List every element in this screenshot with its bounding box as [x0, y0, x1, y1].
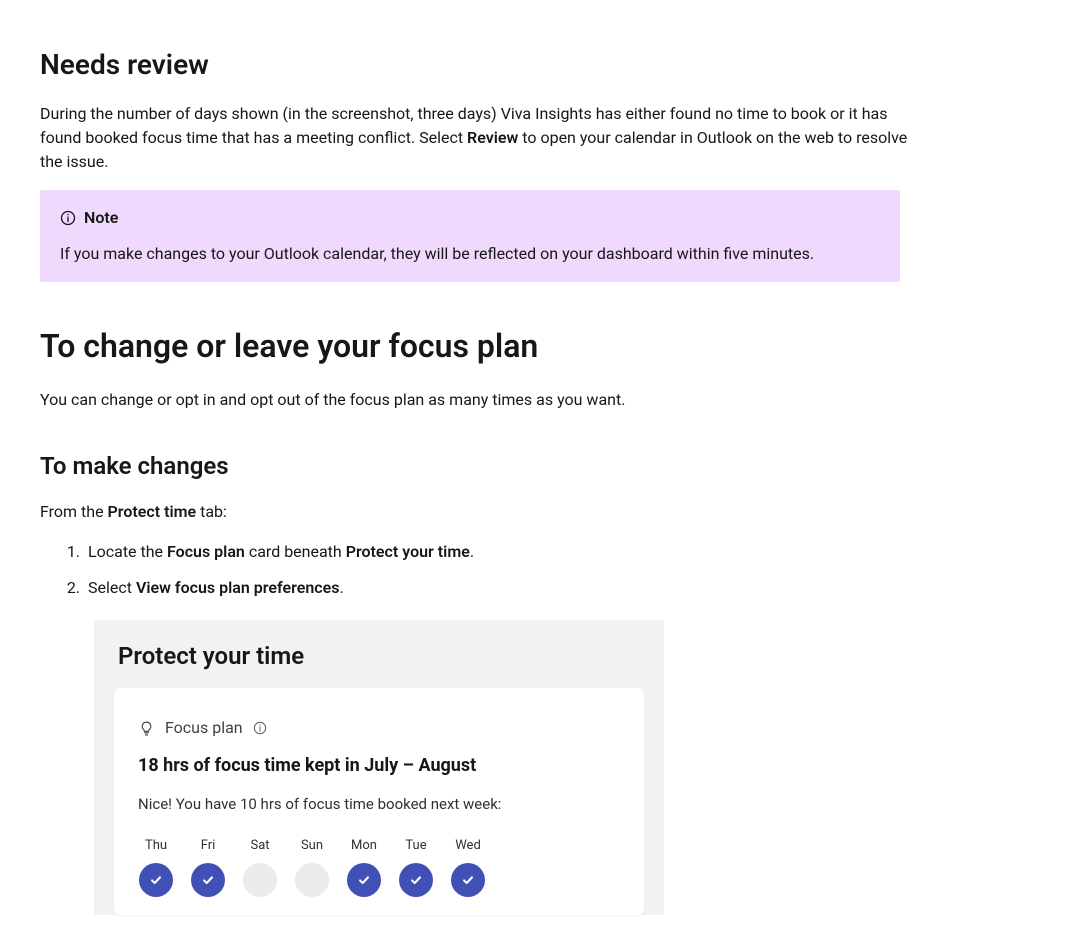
card-title: 18 hrs of focus time kept in July – Augu…: [138, 752, 620, 779]
list-item: Locate the Focus plan card beneath Prote…: [84, 540, 1031, 564]
day-column: Tue: [398, 836, 434, 898]
note-header: Note: [60, 206, 880, 230]
needs-review-heading: Needs review: [40, 44, 1031, 86]
day-circle-booked: [191, 863, 225, 897]
screenshot-panel: Protect your time Focus plan 18 hrs of f…: [94, 620, 664, 915]
intro-bold: Protect time: [108, 502, 197, 521]
day-label: Thu: [145, 836, 167, 856]
card-subtitle: Nice! You have 10 hrs of focus time book…: [138, 793, 620, 816]
note-label: Note: [84, 206, 118, 230]
day-label: Sat: [250, 836, 269, 856]
day-circle-empty: [243, 863, 277, 897]
day-circle-empty: [295, 863, 329, 897]
day-column: Wed: [450, 836, 486, 898]
intro-post: tab:: [196, 502, 227, 521]
steps-list: Locate the Focus plan card beneath Prote…: [40, 540, 1031, 600]
note-body: If you make changes to your Outlook cale…: [60, 242, 880, 266]
day-label: Wed: [455, 836, 481, 856]
make-changes-intro: From the Protect time tab:: [40, 500, 920, 524]
check-icon: [149, 873, 163, 887]
check-icon: [461, 873, 475, 887]
day-column: Sat: [242, 836, 278, 898]
day-label: Mon: [351, 836, 377, 856]
screenshot-title: Protect your time: [94, 638, 664, 688]
make-changes-heading: To make changes: [40, 448, 1031, 484]
list-item: Select View focus plan preferences.: [84, 576, 1031, 600]
intro-pre: From the: [40, 502, 108, 521]
day-label: Sun: [301, 836, 323, 856]
days-row: Thu Fri Sat Sun Mon Tue Wed: [138, 836, 620, 898]
check-icon: [409, 873, 423, 887]
day-circle-booked: [399, 863, 433, 897]
day-label: Tue: [405, 836, 426, 856]
day-column: Thu: [138, 836, 174, 898]
focus-plan-card: Focus plan 18 hrs of focus time kept in …: [114, 688, 644, 915]
day-label: Fri: [201, 836, 216, 856]
day-column: Sun: [294, 836, 330, 898]
day-circle-booked: [347, 863, 381, 897]
check-icon: [201, 873, 215, 887]
change-leave-heading: To change or leave your focus plan: [40, 322, 1031, 370]
day-circle-booked: [451, 863, 485, 897]
para1-bold: Review: [467, 128, 518, 147]
info-icon[interactable]: [253, 721, 267, 735]
card-header-label: Focus plan: [165, 716, 243, 740]
change-leave-paragraph: You can change or opt in and opt out of …: [40, 388, 920, 412]
note-box: Note If you make changes to your Outlook…: [40, 190, 900, 282]
needs-review-paragraph: During the number of days shown (in the …: [40, 102, 920, 174]
day-circle-booked: [139, 863, 173, 897]
day-column: Mon: [346, 836, 382, 898]
day-column: Fri: [190, 836, 226, 898]
check-icon: [357, 873, 371, 887]
info-icon: [60, 210, 76, 226]
card-header: Focus plan: [138, 716, 620, 740]
lightbulb-icon: [138, 720, 155, 737]
